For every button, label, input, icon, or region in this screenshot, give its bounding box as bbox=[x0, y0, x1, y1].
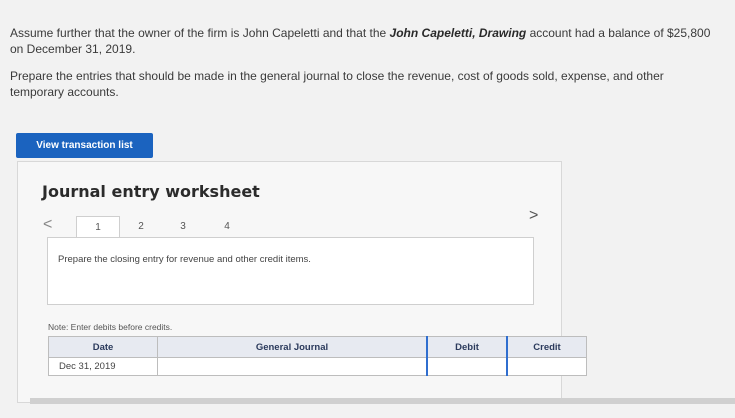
view-transaction-list-button[interactable]: View transaction list bbox=[16, 133, 153, 158]
drawing-account-name: John Capeletti, Drawing bbox=[389, 26, 527, 40]
next-arrow-icon[interactable]: > bbox=[529, 207, 538, 225]
intro-paragraph-2: Prepare the entries that should be made … bbox=[10, 69, 664, 99]
instruction-text: Prepare the closing entry for revenue an… bbox=[58, 254, 311, 265]
account-input[interactable] bbox=[168, 359, 416, 374]
journal-header-row: Date General Journal Debit Credit bbox=[48, 336, 587, 358]
debit-cell[interactable] bbox=[426, 357, 508, 376]
credit-cell[interactable] bbox=[506, 357, 587, 376]
account-select-cell[interactable] bbox=[157, 357, 428, 376]
worksheet-title: Journal entry worksheet bbox=[42, 182, 260, 201]
date-header: Date bbox=[48, 336, 158, 358]
journal-table: Date General Journal Debit Credit Dec 31… bbox=[48, 336, 587, 376]
debit-header: Debit bbox=[426, 336, 508, 358]
date-cell: Dec 31, 2019 bbox=[48, 357, 158, 376]
bottom-divider bbox=[30, 398, 735, 404]
intro-text-1: Assume further that the owner of the fir… bbox=[10, 26, 390, 40]
intro-paragraph-1: Assume further that the owner of the fir… bbox=[10, 25, 720, 57]
general-journal-header: General Journal bbox=[157, 336, 428, 358]
tab-4[interactable]: 4 bbox=[206, 216, 248, 238]
debit-input[interactable] bbox=[438, 359, 496, 374]
credit-input[interactable] bbox=[518, 359, 576, 374]
note-text: Note: Enter debits before credits. bbox=[48, 322, 173, 332]
tab-2[interactable]: 2 bbox=[120, 216, 162, 238]
tab-3[interactable]: 3 bbox=[162, 216, 204, 238]
prev-arrow-icon[interactable]: < bbox=[43, 216, 52, 234]
instruction-box bbox=[47, 237, 534, 305]
credit-header: Credit bbox=[506, 336, 587, 358]
table-row: Dec 31, 2019 bbox=[48, 357, 587, 376]
page: Assume further that the owner of the fir… bbox=[0, 0, 735, 418]
